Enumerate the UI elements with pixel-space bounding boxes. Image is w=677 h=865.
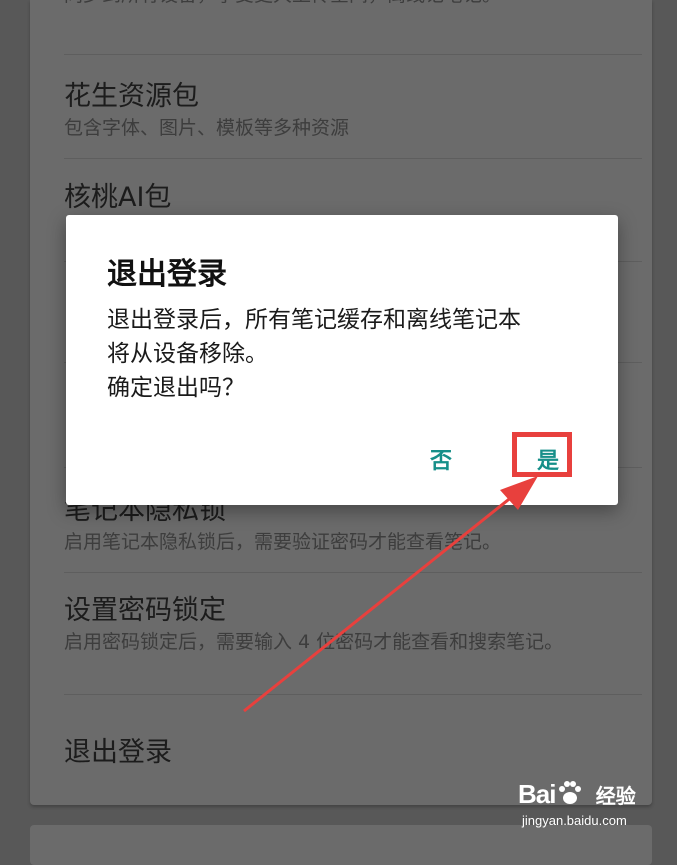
watermark-url: jingyan.baidu.com — [522, 813, 627, 828]
watermark-label: 经验 — [595, 784, 636, 809]
settings-screen: 同步到所有设备，享受更大上传空间，离线记笔记。 花生资源包 包含字体、图片、模板… — [0, 0, 677, 865]
baidu-logo: Bai — [518, 779, 592, 809]
paw-icon — [555, 778, 585, 815]
annotation-arrow-icon — [243, 476, 538, 713]
baidu-jingyan-watermark: Bai 经验 jingyan.baidu.com — [518, 778, 648, 838]
